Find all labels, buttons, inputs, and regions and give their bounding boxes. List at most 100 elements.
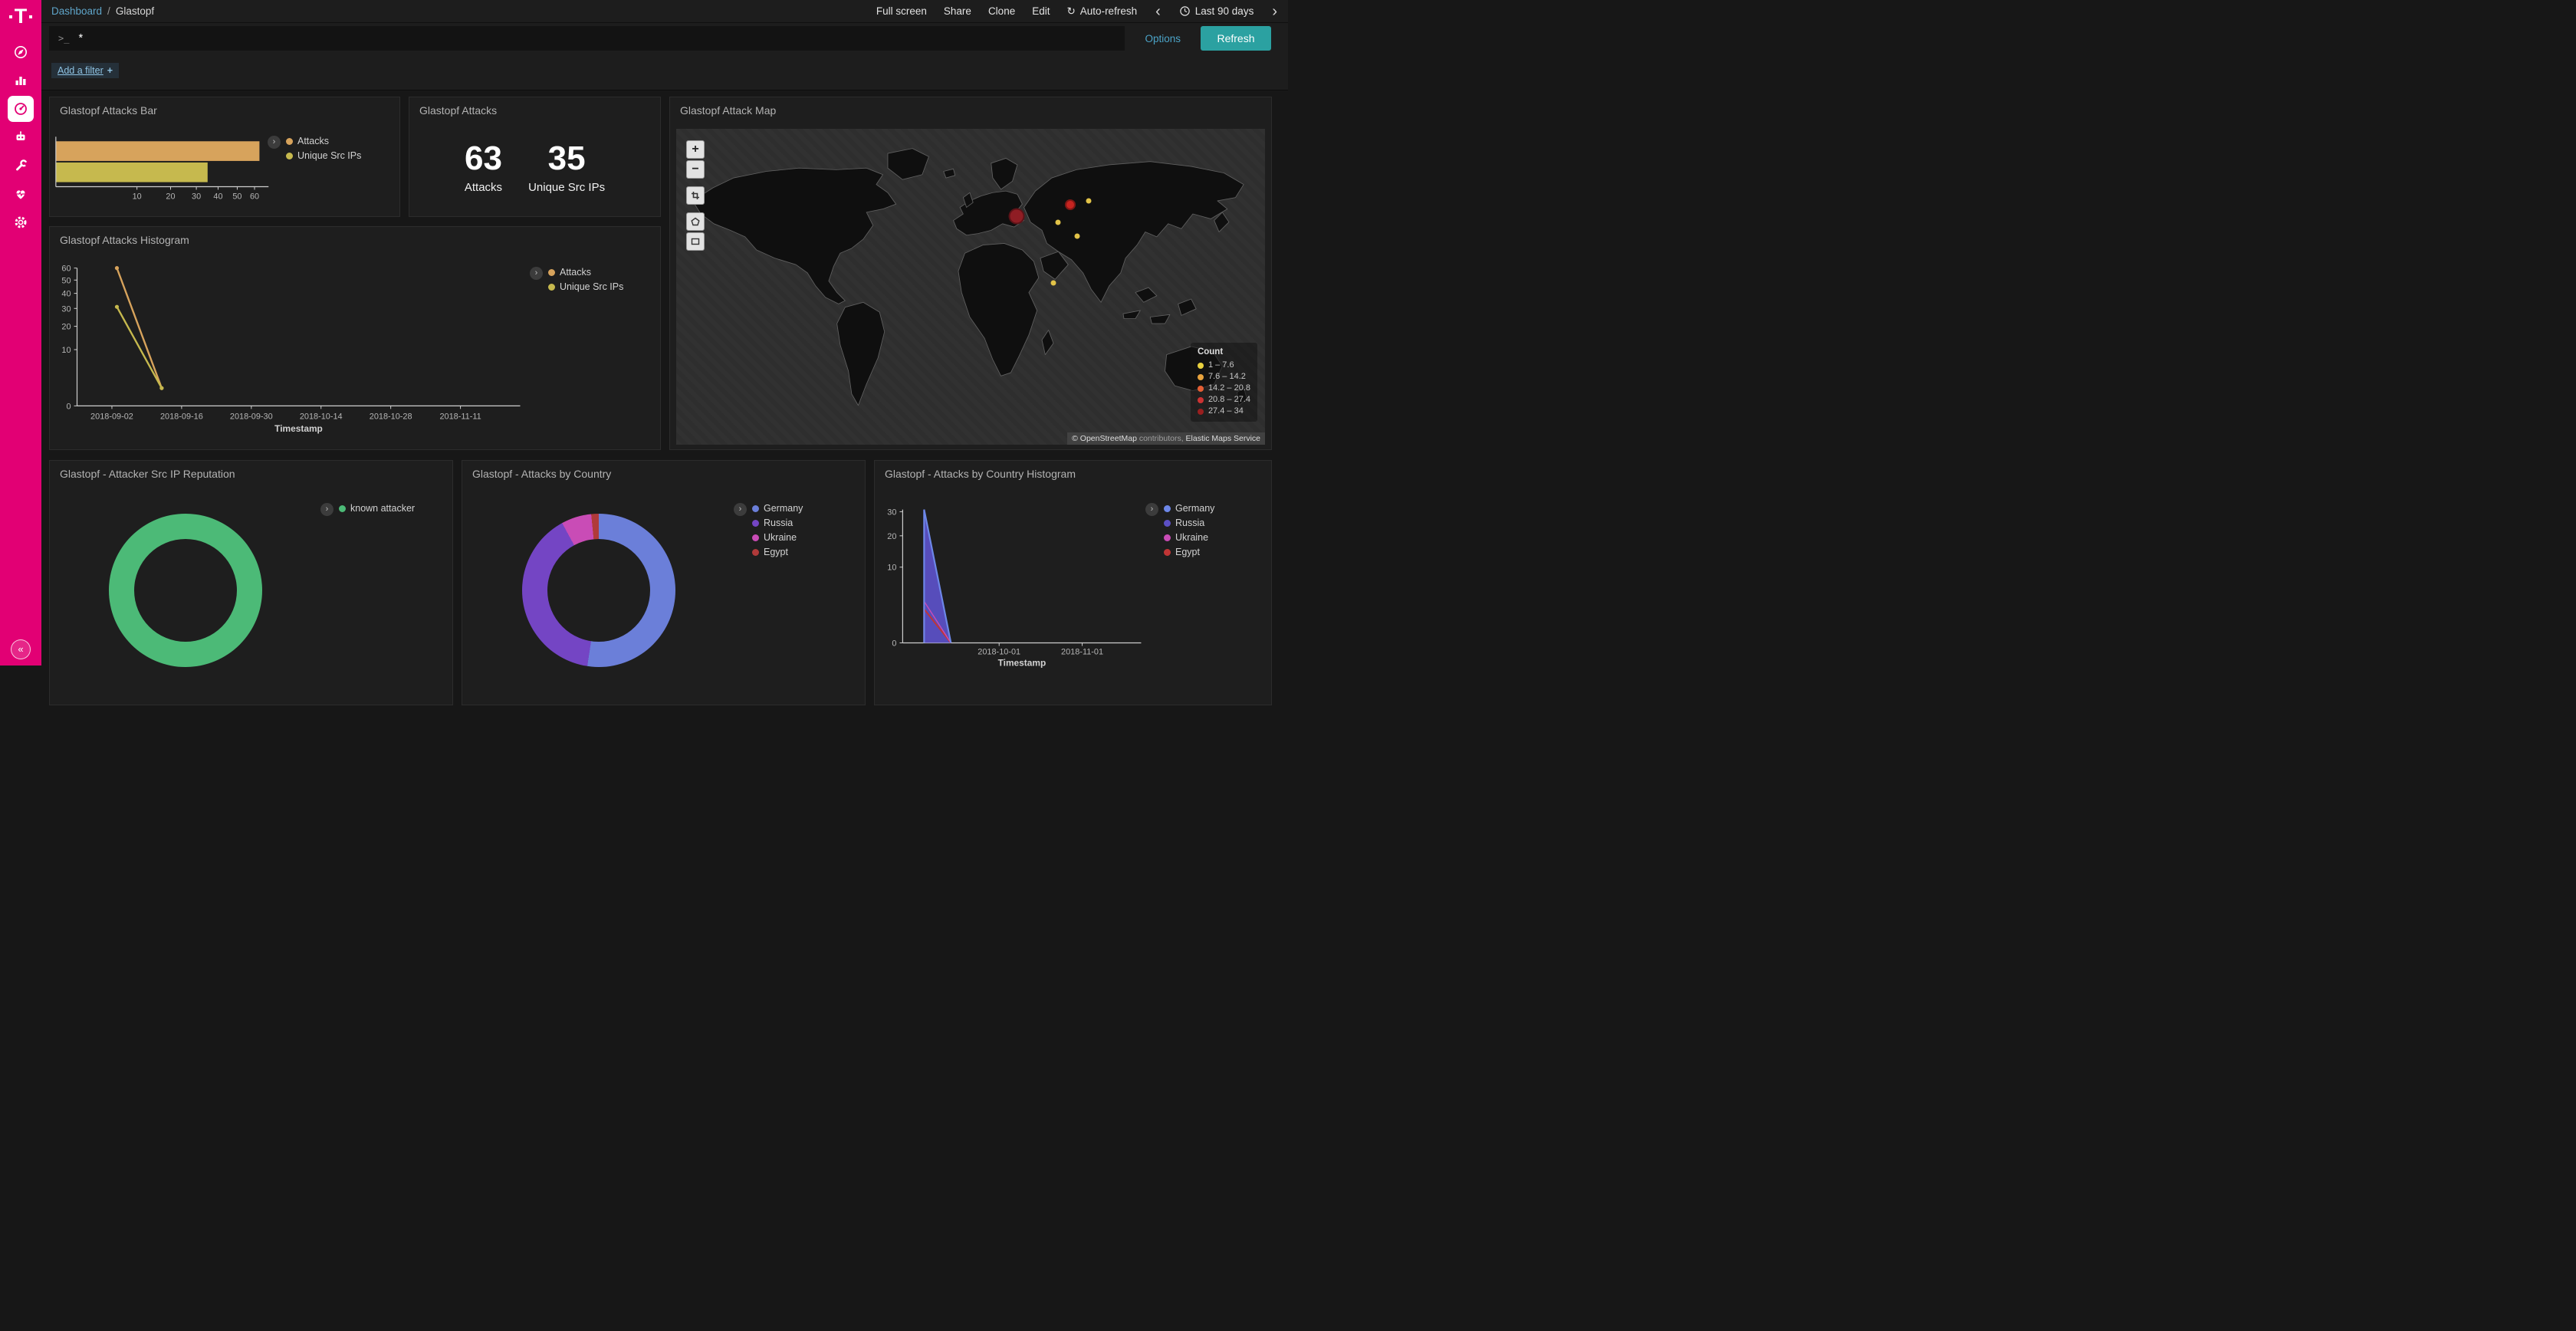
sidebar-item-visualize[interactable] — [0, 66, 41, 94]
zoom-in-button[interactable]: + — [686, 140, 705, 159]
legend-item[interactable]: Attacks — [286, 136, 361, 146]
svg-text:Timestamp: Timestamp — [998, 657, 1046, 668]
chart-legend: › known attacker — [320, 503, 415, 516]
panel-title: Glastopf Attack Map — [670, 97, 1271, 123]
map-legend-row: 20.8 – 27.4 — [1198, 394, 1250, 406]
svg-text:2018-11-11: 2018-11-11 — [439, 412, 481, 421]
time-picker[interactable]: Last 90 days — [1179, 5, 1254, 17]
svg-text:30: 30 — [887, 508, 896, 517]
options-button[interactable]: Options — [1140, 32, 1185, 45]
plus-icon: + — [107, 65, 113, 76]
map-marker — [1086, 198, 1092, 203]
breadcrumb-dashboard-link[interactable]: Dashboard — [51, 5, 102, 17]
sidebar-collapse-button[interactable]: « — [11, 639, 31, 659]
legend-item[interactable]: Attacks — [548, 267, 623, 278]
metric-label: Attacks — [465, 181, 502, 194]
legend-label: Ukraine — [764, 532, 797, 543]
filter-bar: Add a filter + — [41, 54, 1288, 90]
legend-label: Russia — [764, 518, 793, 528]
map-legend-color-dot — [1198, 409, 1204, 415]
draw-polygon-button[interactable] — [686, 212, 705, 231]
legend-label: Germany — [1175, 503, 1214, 514]
sidebar-item-robot[interactable] — [0, 123, 41, 151]
legend-color-dot — [1164, 505, 1171, 512]
refresh-button[interactable]: Refresh — [1201, 26, 1271, 51]
gauge-icon — [8, 96, 34, 122]
world-map[interactable]: + − Count 1 – 7.67.6 – 14.214.2 – 20.820… — [676, 129, 1265, 445]
legend-color-dot — [752, 505, 759, 512]
svg-text:20: 20 — [887, 532, 896, 541]
time-back-button[interactable]: ‹ — [1154, 4, 1162, 19]
time-forward-button[interactable]: › — [1270, 4, 1279, 19]
panel-src-ip-reputation: Glastopf - Attacker Src IP Reputation › k… — [49, 460, 453, 705]
sidebar-item-dashboard[interactable] — [0, 94, 41, 123]
attribution-middle: contributors, — [1137, 434, 1186, 443]
crop-icon — [691, 191, 700, 200]
donut-hole — [134, 539, 237, 642]
svg-text:20: 20 — [166, 192, 175, 201]
legend-color-dot — [286, 138, 293, 145]
sidebar-item-monitoring[interactable] — [0, 179, 41, 208]
svg-text:30: 30 — [61, 304, 71, 314]
breadcrumb-separator: / — [107, 5, 110, 17]
legend-items: Attacks Unique Src IPs — [548, 267, 623, 292]
sidebar-item-dev-tools[interactable] — [0, 151, 41, 179]
sidebar-item-management[interactable] — [0, 208, 41, 236]
legend-color-dot — [548, 269, 555, 276]
clone-button[interactable]: Clone — [988, 5, 1015, 17]
legend-item[interactable]: Unique Src IPs — [286, 150, 361, 161]
legend-label: Attacks — [560, 267, 591, 278]
legend-toggle-button[interactable]: › — [320, 503, 334, 516]
edit-button[interactable]: Edit — [1032, 5, 1050, 17]
legend-color-dot — [752, 534, 759, 541]
legend-item[interactable]: Germany — [752, 503, 803, 514]
legend-item[interactable]: Egypt — [752, 547, 803, 557]
legend-toggle-button[interactable]: › — [1145, 503, 1158, 516]
legend-item[interactable]: Ukraine — [1164, 532, 1214, 543]
svg-text:0: 0 — [66, 402, 71, 411]
legend-item[interactable]: Russia — [1164, 518, 1214, 528]
map-legend-label: 20.8 – 27.4 — [1208, 394, 1250, 406]
full-screen-button[interactable]: Full screen — [876, 5, 927, 17]
map-legend-row: 27.4 – 34 — [1198, 406, 1250, 417]
svg-text:2018-10-01: 2018-10-01 — [978, 647, 1020, 656]
svg-text:10: 10 — [61, 346, 71, 355]
svg-text:40: 40 — [61, 290, 71, 299]
share-button[interactable]: Share — [944, 5, 971, 17]
map-marker — [1075, 233, 1080, 238]
country-donut-chart — [522, 514, 675, 667]
add-filter-button[interactable]: Add a filter + — [51, 63, 119, 78]
svg-text:2018-09-16: 2018-09-16 — [160, 412, 203, 421]
legend-item[interactable]: Unique Src IPs — [548, 281, 623, 292]
metric-value: 63 — [465, 142, 502, 176]
chart-legend: › Germany Russia Ukraine Egypt — [734, 503, 803, 557]
legend-item[interactable]: Germany — [1164, 503, 1214, 514]
legend-item[interactable]: known attacker — [339, 503, 415, 514]
osm-attribution-link[interactable]: © OpenStreetMap — [1072, 434, 1137, 443]
legend-toggle-button[interactable]: › — [530, 267, 543, 280]
legend-label: known attacker — [350, 503, 415, 514]
panel-attack-map: Glastopf Attack Map — [669, 97, 1272, 450]
map-legend-title: Count — [1198, 347, 1250, 357]
legend-item[interactable]: Russia — [752, 518, 803, 528]
map-controls: + − — [686, 140, 705, 251]
draw-rectangle-button[interactable] — [686, 232, 705, 251]
legend-item[interactable]: Ukraine — [752, 532, 803, 543]
legend-toggle-button[interactable]: › — [734, 503, 747, 516]
auto-refresh-button[interactable]: ↻ Auto-refresh — [1066, 5, 1137, 18]
add-filter-label: Add a filter — [58, 65, 104, 76]
zoom-out-button[interactable]: − — [686, 160, 705, 179]
fit-bounds-button[interactable] — [686, 186, 705, 205]
search-input[interactable]: >_ * — [49, 26, 1125, 51]
panel-title: Glastopf - Attacker Src IP Reputation — [50, 461, 452, 487]
elastic-maps-link[interactable]: Elastic Maps Service — [1186, 434, 1260, 443]
country-histogram-chart: 01020302018-10-012018-11-01Timestamp — [875, 461, 1271, 705]
legend-item[interactable]: Egypt — [1164, 547, 1214, 557]
legend-color-dot — [752, 520, 759, 527]
legend-items: Germany Russia Ukraine Egypt — [1164, 503, 1214, 557]
topbar-actions: Full screen Share Clone Edit ↻ Auto-refr… — [876, 4, 1279, 19]
svg-text:50: 50 — [232, 192, 242, 201]
legend-toggle-button[interactable]: › — [268, 136, 281, 149]
sidebar-item-discover[interactable] — [0, 38, 41, 66]
chart-legend: › Attacks Unique Src IPs — [530, 267, 623, 292]
